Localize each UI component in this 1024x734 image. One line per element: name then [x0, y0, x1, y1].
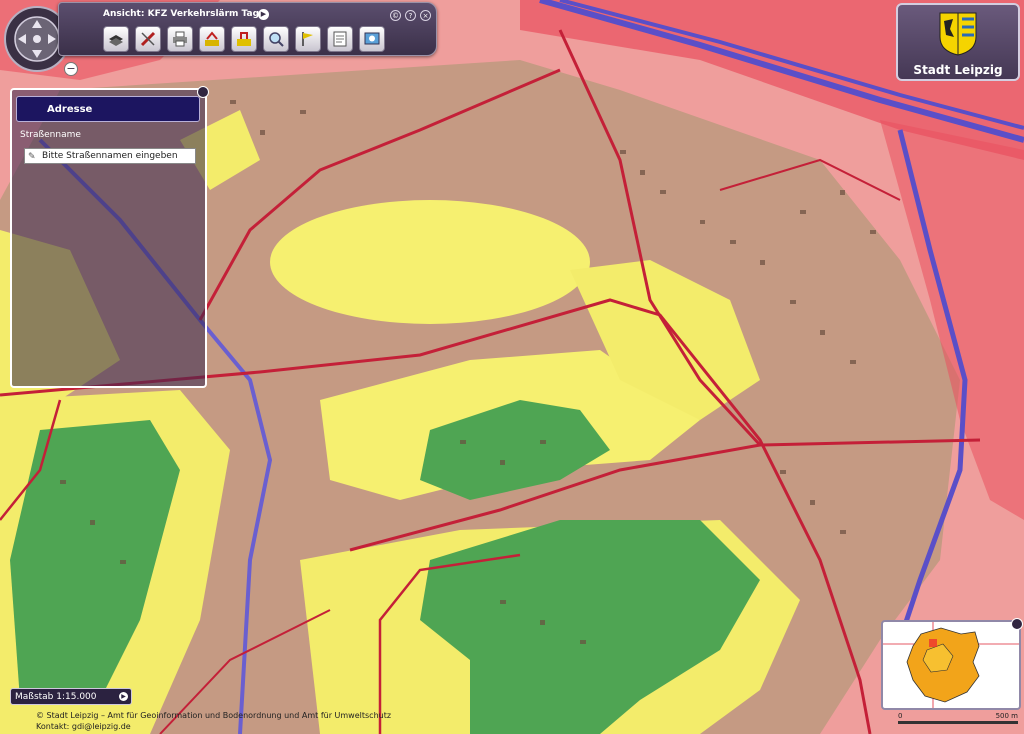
layers-icon	[109, 35, 123, 46]
scalebar-end: 500 m	[995, 712, 1018, 720]
printer-icon	[173, 31, 187, 47]
main-toolbar: Ansicht: KFZ Verkehrslärm Tag ▶ © ? ×	[58, 2, 437, 56]
scale-label: Maßstab 1:15.000	[15, 692, 97, 702]
view-switch-button[interactable]: ▶	[258, 9, 269, 20]
overview-map[interactable]	[881, 618, 1023, 710]
scalebar-start: 0	[898, 712, 903, 720]
city-logo[interactable]: Stadt Leipzig	[896, 3, 1020, 81]
credits-line-2[interactable]: Kontakt: gdi@leipzig.de	[36, 721, 391, 732]
magnifier-icon	[269, 32, 284, 47]
zoom-out-button[interactable]: −	[64, 62, 78, 76]
measure-button[interactable]	[135, 26, 161, 52]
select-button[interactable]	[231, 26, 257, 52]
ruler-icon	[140, 31, 156, 47]
print-button[interactable]	[167, 26, 193, 52]
scale-options-icon[interactable]: ▶	[119, 692, 128, 701]
leipzig-district-overview	[883, 622, 1019, 708]
layer-button[interactable]	[103, 26, 129, 52]
help-icon[interactable]: ?	[405, 10, 416, 21]
flag-icon	[302, 32, 313, 46]
street-name-placeholder: Bitte Straßennamen eingeben	[42, 151, 178, 161]
legend-icon	[205, 31, 219, 46]
street-name-input[interactable]: ✎ Bitte Straßennamen eingeben	[24, 148, 196, 164]
info-icon	[364, 32, 380, 45]
leipzig-coat-of-arms-icon	[939, 12, 977, 56]
legend-button[interactable]	[199, 26, 225, 52]
address-panel-title: Adresse	[16, 96, 200, 122]
copyright-icon[interactable]: ©	[390, 10, 401, 21]
map-scalebar: 0 500 m	[898, 712, 1018, 730]
pencil-icon: ✎	[28, 152, 36, 162]
search-button[interactable]	[263, 26, 289, 52]
view-title: Ansicht: KFZ Verkehrslärm Tag	[103, 9, 260, 19]
document-icon	[333, 31, 347, 47]
credits: © Stadt Leipzig – Amt für Geoinformation…	[36, 710, 391, 732]
document-button[interactable]	[327, 26, 353, 52]
credits-line-1: © Stadt Leipzig – Amt für Geoinformation…	[36, 711, 392, 720]
address-search-panel: Adresse Straßenname ✎ Bitte Straßennamen…	[10, 86, 209, 388]
city-logo-text: Stadt Leipzig	[913, 63, 1003, 77]
marker-button[interactable]	[295, 26, 321, 52]
scale-selector[interactable]: Maßstab 1:15.000 ▶	[10, 688, 132, 705]
overview-close-icon[interactable]	[1011, 618, 1023, 630]
street-label: Straßenname	[20, 130, 81, 140]
select-icon	[237, 32, 251, 46]
info-button[interactable]	[359, 26, 385, 52]
close-icon[interactable]: ×	[420, 10, 431, 21]
